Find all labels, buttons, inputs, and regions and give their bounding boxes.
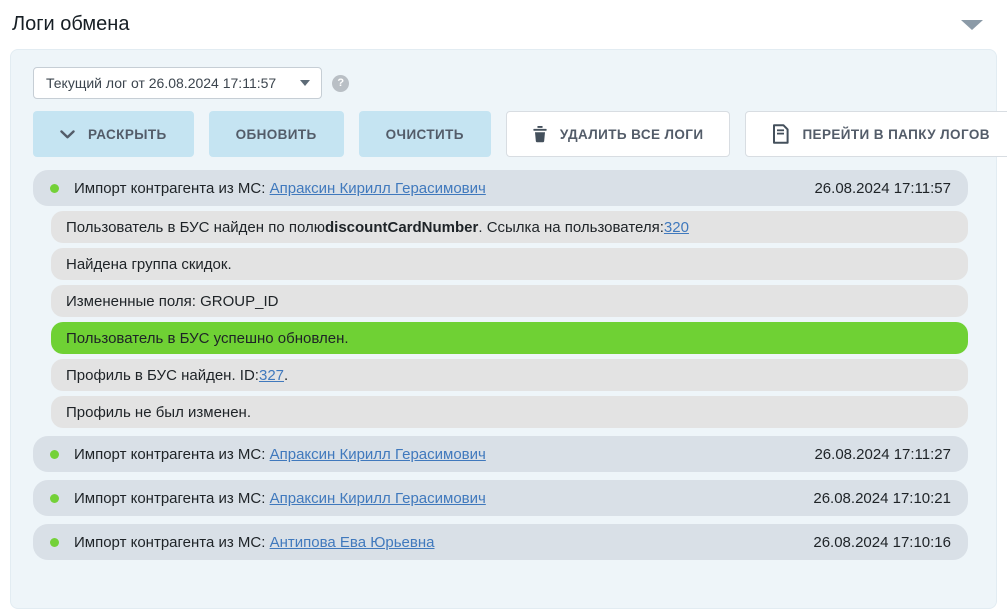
text: Пользователь в БУС найден по полю <box>66 219 325 236</box>
help-icon[interactable]: ? <box>332 75 349 92</box>
entry-message: Импорт контрагента из МС: Апраксин Кирил… <box>74 446 486 463</box>
entry-details: Пользователь в БУС найден по полю discou… <box>51 211 968 428</box>
refresh-button[interactable]: ОБНОВИТЬ <box>209 111 344 157</box>
log-entry-row[interactable]: Импорт контрагента из МС: Апраксин Кирил… <box>33 436 968 472</box>
collapse-panel-icon[interactable] <box>961 20 983 30</box>
expand-button[interactable]: РАСКРЫТЬ <box>33 111 194 157</box>
text: Импорт контрагента из МС: <box>74 534 270 551</box>
chevron-down-icon <box>60 130 75 139</box>
contractor-link[interactable]: Апраксин Кирилл Герасимович <box>270 180 486 197</box>
expand-button-label: РАСКРЫТЬ <box>88 127 167 142</box>
status-dot-icon <box>50 538 59 547</box>
text: Пользователь в БУС успешно обновлен. <box>66 330 349 347</box>
status-dot-icon <box>50 494 59 503</box>
text: Импорт контрагента из МС: <box>74 180 270 197</box>
log-entry: Импорт контрагента из МС: Апраксин Кирил… <box>33 480 968 516</box>
page-header: Логи обмена <box>0 0 1007 49</box>
delete-all-logs-button[interactable]: УДАЛИТЬ ВСЕ ЛОГИ <box>506 111 731 157</box>
logs-panel: Текущий лог от 26.08.2024 17:11:57 ? РАС… <box>10 49 997 609</box>
text: . <box>284 367 288 384</box>
detail-link[interactable]: 320 <box>664 219 689 236</box>
goto-log-folder-label: ПЕРЕЙТИ В ПАПКУ ЛОГОВ <box>802 127 989 142</box>
log-detail-row: Измененные поля: GROUP_ID <box>51 285 968 317</box>
refresh-button-label: ОБНОВИТЬ <box>236 127 317 142</box>
log-detail-row: Пользователь в БУС найден по полю discou… <box>51 211 968 243</box>
log-select-value: Текущий лог от 26.08.2024 17:11:57 <box>46 75 276 91</box>
log-entry: Импорт контрагента из МС: Антипова Ева Ю… <box>33 524 968 560</box>
text: Импорт контрагента из МС: <box>74 490 270 507</box>
log-entry-row[interactable]: Импорт контрагента из МС: Апраксин Кирил… <box>33 480 968 516</box>
page-title: Логи обмена <box>12 13 129 36</box>
text: Измененные поля: GROUP_ID <box>66 293 279 310</box>
text: Профиль в БУС найден. ID: <box>66 367 259 384</box>
entry-timestamp: 26.08.2024 17:11:57 <box>814 180 951 197</box>
clear-button-label: ОЧИСТИТЬ <box>386 127 464 142</box>
contractor-link[interactable]: Антипова Ева Юрьевна <box>270 534 435 551</box>
log-select[interactable]: Текущий лог от 26.08.2024 17:11:57 <box>33 67 322 99</box>
log-entry: Импорт контрагента из МС: Апраксин Кирил… <box>33 436 968 472</box>
status-dot-icon <box>50 450 59 459</box>
document-icon <box>772 124 789 144</box>
log-detail-row-success: Пользователь в БУС успешно обновлен. <box>51 322 968 354</box>
entry-timestamp: 26.08.2024 17:10:21 <box>813 490 951 507</box>
clear-button[interactable]: ОЧИСТИТЬ <box>359 111 491 157</box>
log-entry-row[interactable]: Импорт контрагента из МС: Антипова Ева Ю… <box>33 524 968 560</box>
contractor-link[interactable]: Апраксин Кирилл Герасимович <box>270 490 486 507</box>
goto-log-folder-button[interactable]: ПЕРЕЙТИ В ПАПКУ ЛОГОВ <box>745 111 1007 157</box>
detail-link[interactable]: 327 <box>259 367 284 384</box>
entry-timestamp: 26.08.2024 17:11:27 <box>814 446 951 463</box>
delete-all-logs-label: УДАЛИТЬ ВСЕ ЛОГИ <box>560 127 704 142</box>
log-detail-row: Профиль в БУС найден. ID: 327. <box>51 359 968 391</box>
text: Найдена группа скидок. <box>66 256 232 273</box>
log-detail-row: Найдена группа скидок. <box>51 248 968 280</box>
chevron-down-icon <box>300 80 310 86</box>
log-select-row: Текущий лог от 26.08.2024 17:11:57 ? <box>33 67 968 99</box>
bold-text: discountCardNumber <box>325 219 478 236</box>
entry-message: Импорт контрагента из МС: Апраксин Кирил… <box>74 490 486 507</box>
log-entry: Импорт контрагента из МС: Апраксин Кирил… <box>33 170 968 428</box>
log-entry-row[interactable]: Импорт контрагента из МС: Апраксин Кирил… <box>33 170 968 206</box>
log-entries: Импорт контрагента из МС: Апраксин Кирил… <box>33 170 968 560</box>
text: Импорт контрагента из МС: <box>74 446 270 463</box>
contractor-link[interactable]: Апраксин Кирилл Герасимович <box>270 446 486 463</box>
trash-icon <box>533 126 547 143</box>
entry-message: Импорт контрагента из МС: Апраксин Кирил… <box>74 180 486 197</box>
log-detail-row: Профиль не был изменен. <box>51 396 968 428</box>
entry-message: Импорт контрагента из МС: Антипова Ева Ю… <box>74 534 434 551</box>
toolbar: РАСКРЫТЬ ОБНОВИТЬ ОЧИСТИТЬ УДАЛИТЬ ВСЕ Л… <box>33 111 968 157</box>
text: Профиль не был изменен. <box>66 404 251 421</box>
status-dot-icon <box>50 184 59 193</box>
entry-timestamp: 26.08.2024 17:10:16 <box>813 534 951 551</box>
text: . Ссылка на пользователя: <box>478 219 664 236</box>
